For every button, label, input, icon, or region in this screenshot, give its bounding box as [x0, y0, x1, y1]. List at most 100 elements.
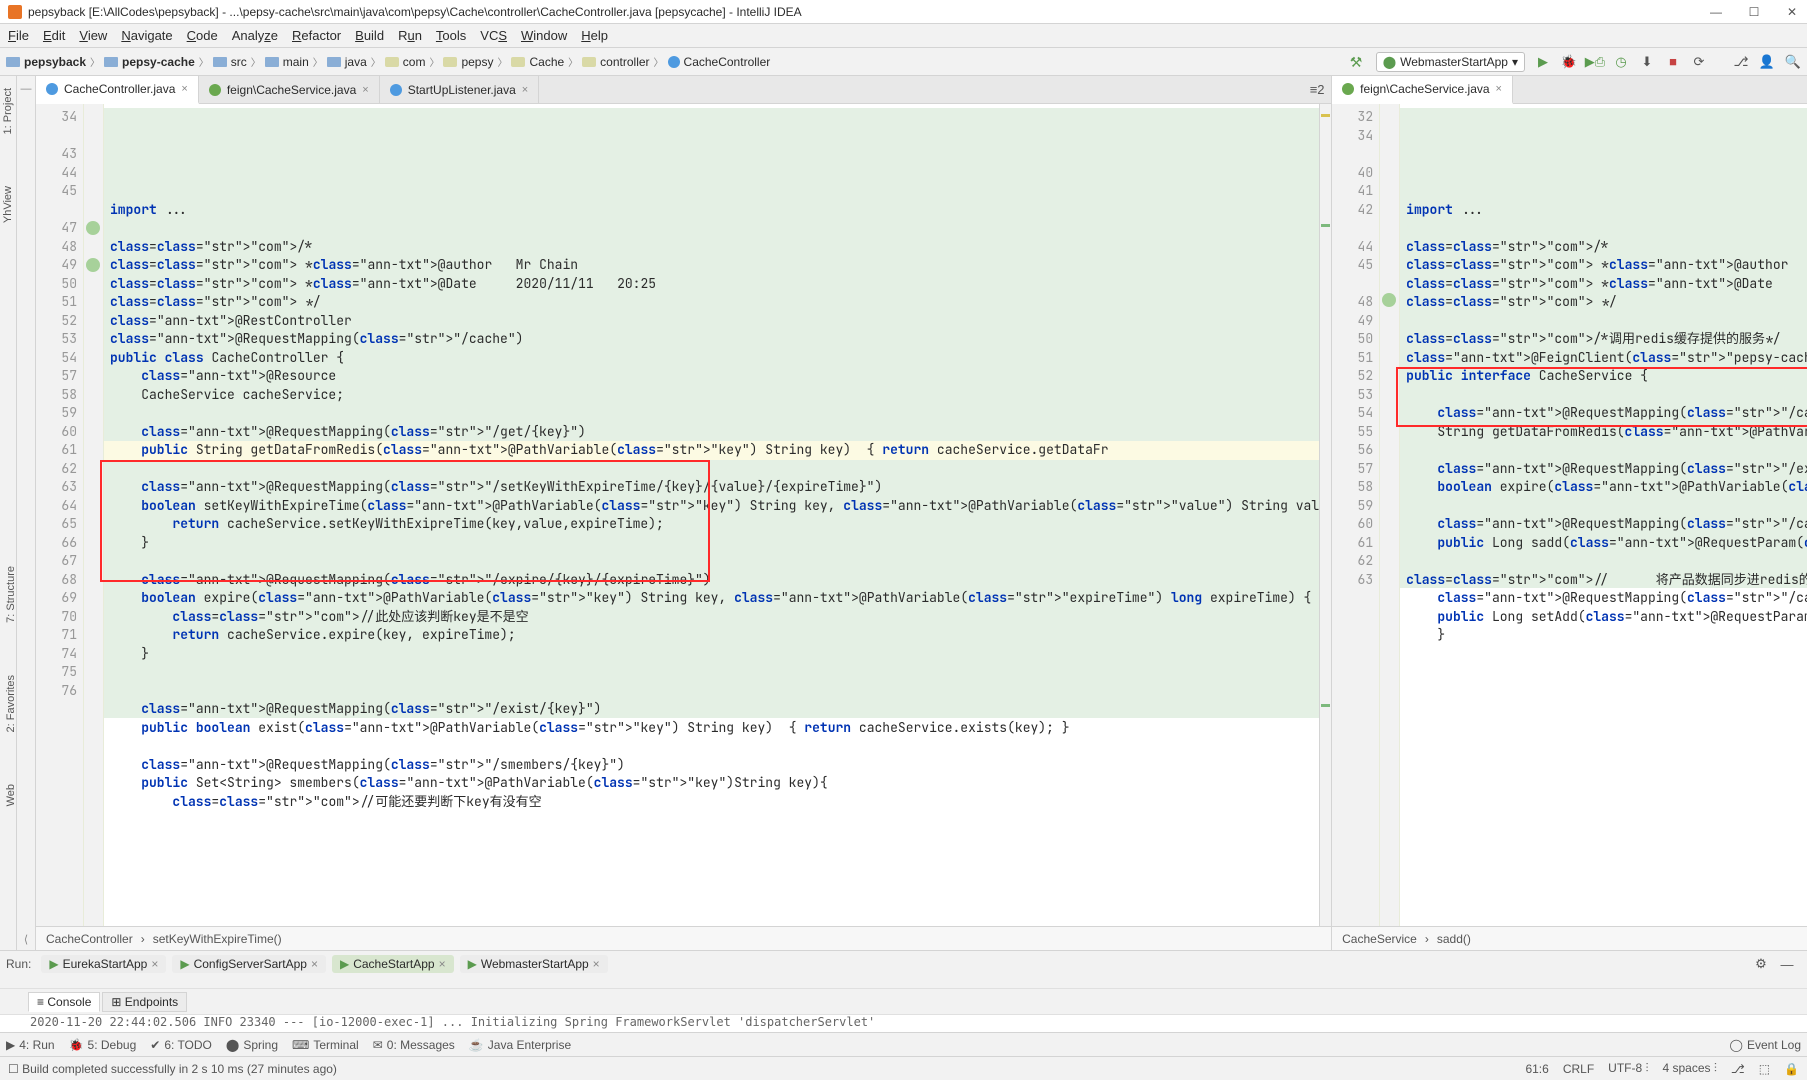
- search-everywhere-icon[interactable]: 🔍: [1785, 54, 1801, 70]
- chevron-down-icon: ▾: [1512, 55, 1518, 69]
- bottom-messages[interactable]: ✉ 0: Messages: [373, 1038, 455, 1052]
- coverage-button[interactable]: ▶⎙: [1587, 54, 1603, 70]
- tool-web[interactable]: Web: [3, 778, 19, 812]
- avatar-icon[interactable]: 👤: [1759, 54, 1775, 70]
- folder-icon: [213, 57, 227, 67]
- breadcrumbs: pepsyback〉 pepsy-cache〉 src〉 main〉 java〉…: [6, 54, 1350, 69]
- collapse-left-icon[interactable]: —: [17, 80, 35, 98]
- folder-icon: [265, 57, 279, 67]
- tab-close-icon[interactable]: ×: [1496, 83, 1502, 95]
- menu-vcs[interactable]: VCS: [480, 28, 507, 43]
- menu-build[interactable]: Build: [355, 28, 384, 43]
- close-button[interactable]: ✕: [1785, 5, 1799, 19]
- crumb-com[interactable]: com: [385, 55, 426, 69]
- indent-setting[interactable]: 4 spaces ⫶: [1663, 1061, 1717, 1076]
- crumb-cache[interactable]: Cache: [511, 55, 564, 69]
- run-settings-icon[interactable]: ⚙: [1753, 956, 1769, 972]
- tab-cacheservice-left[interactable]: feign\CacheService.java×: [199, 76, 380, 103]
- window-title: pepsyback [E:\AllCodes\pepsyback] - ...\…: [28, 5, 1709, 19]
- status-icon[interactable]: ☐: [8, 1062, 19, 1076]
- tab-cachecontroller[interactable]: CacheController.java×: [36, 76, 199, 104]
- crumb-class[interactable]: CacheController: [46, 932, 133, 946]
- sub-tab-endpoints[interactable]: ⊞ Endpoints: [102, 992, 187, 1012]
- tab-close-icon[interactable]: ×: [522, 84, 528, 96]
- run-tab-config[interactable]: ▶ConfigServerSartApp×: [172, 955, 326, 973]
- run-tab-eureka[interactable]: ▶EurekaStartApp×: [41, 955, 166, 973]
- console-output[interactable]: 2020-11-20 22:44:02.506 INFO 23340 --- […: [0, 1014, 1807, 1032]
- crumb-method[interactable]: sadd(): [1437, 932, 1471, 946]
- crumb-java[interactable]: java: [327, 55, 367, 69]
- menu-window[interactable]: Window: [521, 28, 567, 43]
- bottom-spring[interactable]: ⬤ Spring: [226, 1038, 278, 1052]
- run-minimize-icon[interactable]: —: [1779, 956, 1795, 972]
- crumb-controller[interactable]: controller: [582, 55, 649, 69]
- menu-run[interactable]: Run: [398, 28, 422, 43]
- crumb-class[interactable]: CacheService: [1342, 932, 1417, 946]
- git-widget[interactable]: ⎇: [1731, 1062, 1745, 1076]
- menu-analyze[interactable]: Analyze: [232, 28, 278, 43]
- lock-icon[interactable]: 🔒: [1784, 1062, 1799, 1076]
- crumb-pepsyback[interactable]: pepsyback: [6, 55, 86, 69]
- run-tab-cache[interactable]: ▶CacheStartApp×: [332, 955, 454, 973]
- crumb-cachecontroller[interactable]: CacheController: [668, 55, 771, 69]
- git-branch-icon[interactable]: ⎇: [1733, 54, 1749, 70]
- menu-tools[interactable]: Tools: [436, 28, 466, 43]
- package-icon: [582, 57, 596, 67]
- editor-crumb-left: CacheController› setKeyWithExpireTime(): [36, 926, 1331, 950]
- code-editor-left[interactable]: import ...class=class="str">"com">/*clas…: [104, 104, 1319, 926]
- bottom-run[interactable]: ▶ 4: Run: [6, 1038, 55, 1052]
- run-config-selector[interactable]: ⬤ WebmasterStartApp ▾: [1376, 52, 1525, 72]
- menu-navigate[interactable]: Navigate: [121, 28, 172, 43]
- line-separator[interactable]: CRLF: [1563, 1062, 1594, 1076]
- file-encoding[interactable]: UTF-8 ⫶: [1608, 1061, 1648, 1076]
- debug-button[interactable]: 🐞: [1561, 54, 1577, 70]
- left-tool-stripe-top: 1: Project YhView: [0, 76, 17, 950]
- crumb-src[interactable]: src: [213, 55, 247, 69]
- tab-close-icon[interactable]: ×: [181, 83, 187, 95]
- menu-file[interactable]: File: [8, 28, 29, 43]
- memory-indicator[interactable]: ⬚: [1759, 1062, 1770, 1076]
- bottom-terminal[interactable]: ⌨ Terminal: [292, 1038, 359, 1052]
- crumb-pepsy-cache[interactable]: pepsy-cache: [104, 55, 195, 69]
- run-button[interactable]: ▶: [1535, 54, 1551, 70]
- spring-bean-icon[interactable]: [1382, 293, 1396, 307]
- crumb-method[interactable]: setKeyWithExpireTime(): [153, 932, 282, 946]
- profile-button[interactable]: ◷: [1613, 54, 1629, 70]
- spring-bean-icon[interactable]: [86, 258, 100, 272]
- scrollbar-marks-left[interactable]: [1319, 104, 1331, 926]
- tool-yhview[interactable]: YhView: [0, 180, 16, 229]
- bottom-debug[interactable]: 🐞 5: Debug: [69, 1038, 137, 1052]
- bottom-todo[interactable]: ✔ 6: TODO: [150, 1038, 212, 1052]
- crumb-main[interactable]: main: [265, 55, 309, 69]
- bottom-java-enterprise[interactable]: ☕ Java Enterprise: [469, 1038, 571, 1052]
- spring-icon: ⬤: [1383, 55, 1396, 69]
- update-button[interactable]: ⟳: [1691, 54, 1707, 70]
- menu-view[interactable]: View: [79, 28, 107, 43]
- stop-button[interactable]: ■: [1665, 54, 1681, 70]
- spring-bean-icon[interactable]: [86, 221, 100, 235]
- menu-code[interactable]: Code: [187, 28, 218, 43]
- app-icon: [8, 5, 22, 19]
- tool-favorites[interactable]: 2: Favorites: [3, 669, 19, 738]
- build-icon[interactable]: ⚒: [1350, 54, 1366, 70]
- menu-edit[interactable]: Edit: [43, 28, 65, 43]
- crumb-pepsy[interactable]: pepsy: [443, 55, 493, 69]
- attach-button[interactable]: ⬇: [1639, 54, 1655, 70]
- annotation-gutter: [1380, 104, 1400, 926]
- tab-cacheservice-right[interactable]: feign\CacheService.java×: [1332, 76, 1513, 104]
- maximize-button[interactable]: ☐: [1747, 5, 1761, 19]
- expand-left-icon[interactable]: ⟨: [17, 930, 35, 948]
- caret-position[interactable]: 61:6: [1525, 1062, 1548, 1076]
- minimize-button[interactable]: —: [1709, 5, 1723, 19]
- tool-structure[interactable]: 7: Structure: [3, 560, 19, 629]
- tool-project[interactable]: 1: Project: [0, 82, 16, 140]
- tab-list-icon[interactable]: ≡2: [1309, 82, 1325, 98]
- menu-help[interactable]: Help: [581, 28, 608, 43]
- sub-tab-console[interactable]: ≡ Console: [28, 992, 100, 1012]
- menu-refactor[interactable]: Refactor: [292, 28, 341, 43]
- run-tab-webmaster[interactable]: ▶WebmasterStartApp×: [460, 955, 608, 973]
- tab-startuplistener[interactable]: StartUpListener.java×: [380, 76, 540, 103]
- tab-close-icon[interactable]: ×: [362, 84, 368, 96]
- code-editor-right[interactable]: import ...class=class="str">"com">/*clas…: [1400, 104, 1807, 926]
- event-log[interactable]: ◯ Event Log: [1730, 1038, 1801, 1052]
